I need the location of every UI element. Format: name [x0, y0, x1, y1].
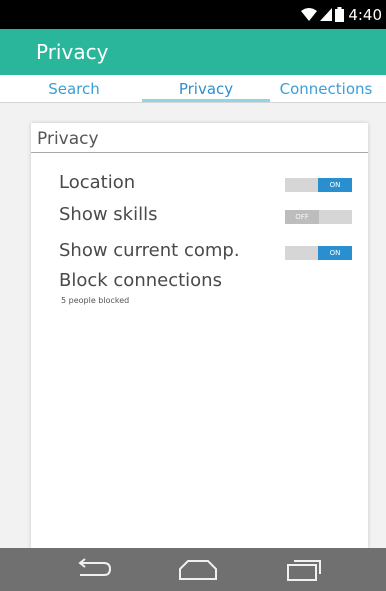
tab-search[interactable]: Search	[20, 75, 128, 103]
tab-connections[interactable]: Connections	[266, 75, 386, 103]
show-skills-toggle[interactable]: OFF	[285, 210, 352, 224]
setting-label-skills: Show skills	[59, 204, 158, 225]
app-bar: Privacy	[0, 29, 386, 75]
recents-icon	[287, 560, 321, 581]
toggle-state-label: ON	[318, 246, 352, 260]
setting-row-skills: Show skills OFF	[59, 204, 355, 230]
toggle-state-label: ON	[318, 178, 352, 192]
back-icon	[78, 558, 112, 576]
location-toggle[interactable]: ON	[285, 178, 352, 192]
home-icon	[179, 560, 217, 580]
recents-button[interactable]	[286, 557, 322, 585]
blocked-count-text: 5 people blocked	[61, 296, 130, 305]
home-button[interactable]	[178, 557, 218, 585]
show-current-company-toggle[interactable]: ON	[285, 246, 352, 260]
wifi-icon	[301, 8, 318, 21]
setting-row-current-company: Show current comp. ON	[59, 240, 355, 266]
setting-row-location: Location ON	[59, 172, 355, 198]
setting-label-location: Location	[59, 172, 136, 193]
status-icons	[301, 7, 345, 22]
status-bar: 4:40	[0, 0, 386, 29]
back-button[interactable]	[74, 557, 114, 585]
signal-icon	[320, 8, 333, 21]
navigation-bar	[0, 548, 386, 591]
block-connections-item[interactable]: Block connections	[59, 270, 222, 291]
status-time: 4:40	[348, 5, 382, 24]
card-title: Privacy	[31, 123, 368, 153]
app-bar-title: Privacy	[36, 40, 109, 64]
battery-icon	[335, 7, 345, 22]
setting-label-current-company: Show current comp.	[59, 240, 240, 261]
toggle-state-label: OFF	[285, 210, 319, 224]
tab-selected-indicator	[142, 99, 270, 102]
